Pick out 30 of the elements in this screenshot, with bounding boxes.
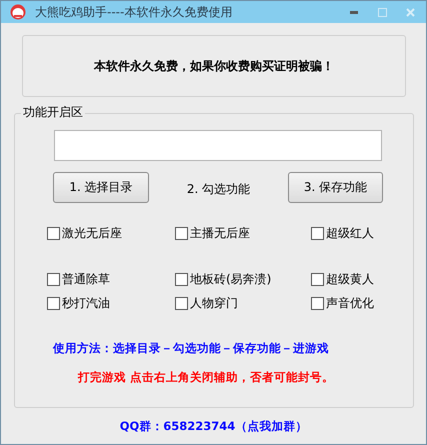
path-field[interactable]: [54, 130, 382, 161]
usage-text: 使用方法：选择目录－勾选功能－保存功能－进游戏: [53, 341, 330, 356]
checkbox[interactable]: [175, 296, 188, 310]
app-icon: [9, 4, 27, 20]
option-label: 普通除草: [62, 270, 110, 288]
checkbox[interactable]: [311, 296, 324, 310]
qq-group-link[interactable]: QQ群：658223744（点我加群）: [120, 419, 308, 434]
checkbox[interactable]: [47, 226, 60, 240]
checkbox[interactable]: [47, 296, 60, 310]
option-label: 主播无后座: [190, 224, 250, 242]
warning-text: 打完游戏 点击右上角关闭辅助，否者可能封号。: [78, 370, 336, 385]
option-label: 超级红人: [326, 224, 374, 242]
notice-text: 本软件永久免费，如果你收费购买证明被骗！: [94, 58, 334, 74]
checkbox[interactable]: [47, 272, 60, 286]
group-title: 功能开启区: [21, 105, 85, 119]
option-label: 地板砖(易奔溃): [190, 270, 272, 288]
option-label: 人物穿门: [190, 294, 238, 312]
option-label: 激光无后座: [62, 224, 122, 242]
step-button[interactable]: 1. 选择目录: [53, 172, 149, 203]
minimize-icon[interactable]: [350, 10, 358, 14]
option-label: 声音优化: [326, 294, 374, 312]
step-button[interactable]: 3. 保存功能: [288, 172, 383, 203]
checkbox[interactable]: [311, 272, 324, 286]
checkbox[interactable]: [311, 226, 324, 240]
window-title: 大熊吃鸡助手----本软件永久免费使用: [35, 4, 234, 20]
checkbox[interactable]: [175, 272, 188, 286]
step-label: 2. 勾选功能: [186, 181, 250, 198]
option-label: 秒打汽油: [62, 294, 110, 312]
option-label: 超级黄人: [326, 270, 374, 288]
checkbox[interactable]: [175, 226, 188, 240]
